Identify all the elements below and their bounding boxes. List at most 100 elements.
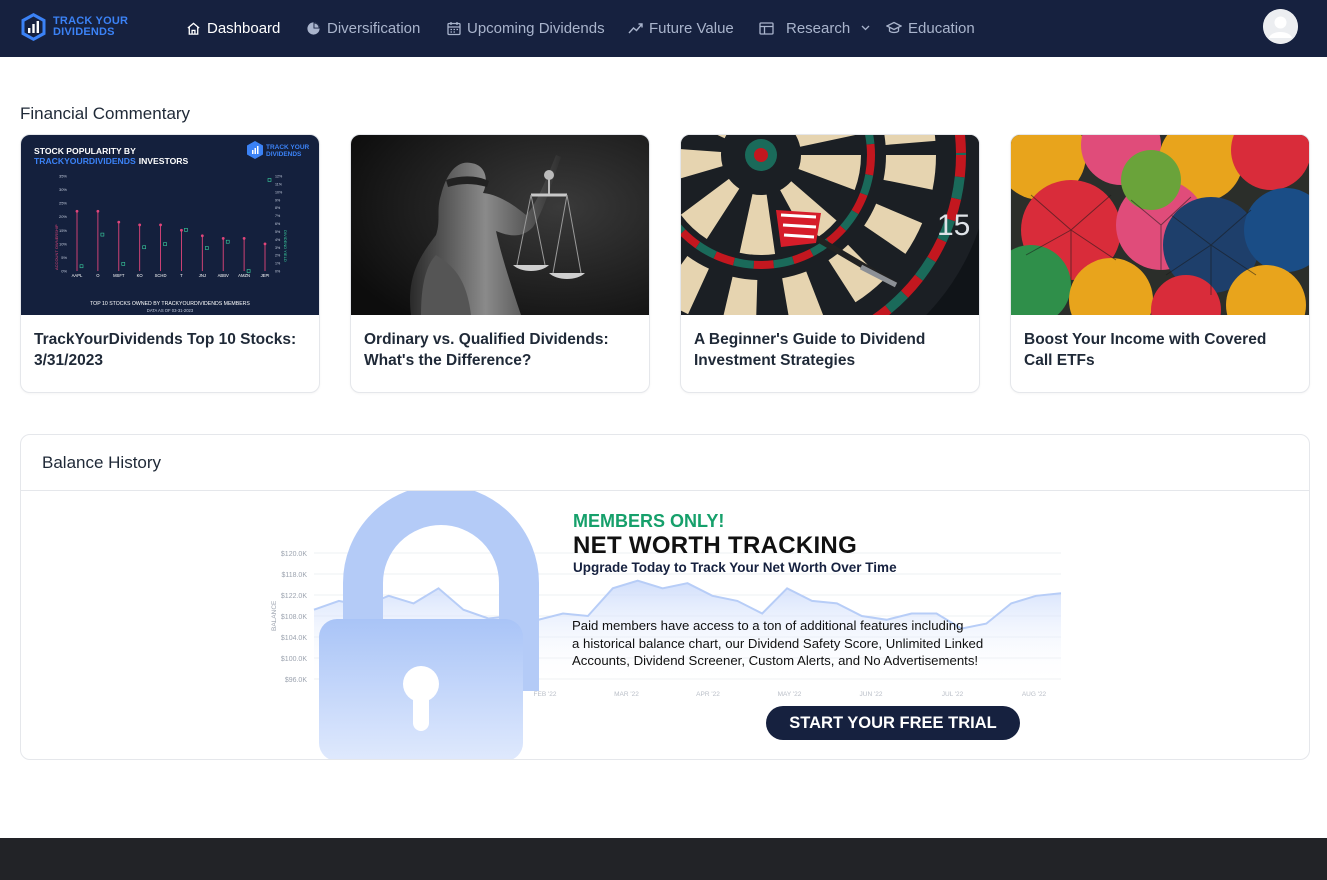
infographic-ownership-dot bbox=[221, 237, 225, 240]
infographic-ticker-label: MSFT bbox=[113, 273, 125, 278]
balance-x-tick: APR '22 bbox=[696, 691, 720, 698]
balance-chart-y-ticks: $120.0K $118.0K $122.0K $108.0K $104.0K $100.… bbox=[281, 551, 307, 684]
upsell-subhead: Upgrade Today to Track Your Net Worth Ov… bbox=[573, 560, 897, 575]
infographic-left-tick: 15% bbox=[59, 228, 67, 233]
dartboard-number: 15 bbox=[937, 209, 970, 242]
nav-upcoming-dividends[interactable]: Upcoming Dividends bbox=[447, 18, 605, 38]
balance-x-tick: JUL '22 bbox=[942, 691, 964, 698]
infographic-ownership-dot bbox=[117, 220, 121, 224]
infographic-date: DATA AS OF 03-31-2023 bbox=[147, 308, 194, 313]
infographic-right-tick: 11% bbox=[275, 182, 283, 186]
nav-dashboard[interactable]: Dashboard bbox=[186, 18, 280, 38]
calendar-icon bbox=[447, 21, 461, 35]
infographic-ticker-label: ABBV bbox=[218, 273, 229, 278]
upsell-body-line: a historical balance chart, our Dividend… bbox=[572, 635, 984, 651]
trend-line-icon bbox=[628, 23, 643, 34]
infographic-left-tick: 10% bbox=[59, 241, 67, 246]
infographic-ticker-label: KO bbox=[137, 273, 144, 278]
balance-history-header: Balance History bbox=[21, 435, 1309, 491]
infographic-ownership-dot bbox=[138, 223, 142, 227]
infographic-right-tick: 0% bbox=[275, 270, 281, 274]
infographic-ownership-dot bbox=[200, 234, 204, 238]
nav-diversification-label: Diversification bbox=[327, 19, 421, 37]
infographic-ticker-label: T bbox=[180, 273, 183, 278]
infographic-left-tick: 25% bbox=[59, 201, 67, 206]
nav-research[interactable]: Research bbox=[759, 18, 876, 38]
bar-chart-shield-icon bbox=[21, 13, 46, 41]
infographic-left-tick: 5% bbox=[61, 255, 67, 260]
dartboard-icon: 15 bbox=[681, 135, 979, 315]
infographic-ownership-dot bbox=[263, 242, 267, 246]
infographic-right-tick: 3% bbox=[275, 246, 281, 250]
nav-future-value-label: Future Value bbox=[649, 19, 734, 37]
nav-diversification[interactable]: Diversification bbox=[306, 18, 420, 38]
infographic-ticker-label: AMZN bbox=[238, 273, 250, 278]
nav-education-label: Education bbox=[908, 19, 975, 37]
article-card-top-10-stocks[interactable]: STOCK POPULARITY BY TRACKYOURDIVIDENDS IN… bbox=[20, 134, 320, 393]
upsell-eyebrow: MEMBERS ONLY! bbox=[573, 511, 725, 531]
nav-future-value[interactable]: Future Value bbox=[628, 18, 734, 38]
article-card-beginners-guide[interactable]: 15 A Beginner's Guide to Dividend Invest… bbox=[680, 134, 980, 393]
balance-y-tick: $104.0K bbox=[281, 635, 307, 642]
brand-logo[interactable]: TRACK YOUR DIVIDENDS bbox=[20, 11, 128, 43]
start-free-trial-button[interactable]: START YOUR FREE TRIAL bbox=[766, 706, 1020, 740]
infographic-right-tick: 8% bbox=[275, 206, 281, 210]
infographic-ownership-dot bbox=[159, 223, 162, 227]
brand-line-2: DIVIDENDS bbox=[53, 26, 115, 38]
infographic-ticker-label: AAPL bbox=[72, 273, 83, 278]
nav-dashboard-label: Dashboard bbox=[207, 19, 281, 37]
balance-y-tick: $108.0K bbox=[281, 614, 307, 621]
article-title: Ordinary vs. Qualified Dividends: What's… bbox=[364, 331, 609, 369]
nav-research-label: Research bbox=[786, 19, 851, 37]
balance-x-tick: MAR '22 bbox=[614, 691, 639, 698]
article-card-ordinary-vs-qualified[interactable]: Ordinary vs. Qualified Dividends: What's… bbox=[350, 134, 650, 393]
chevron-down-icon[interactable] bbox=[861, 25, 870, 31]
upsell-body-line: Paid members have access to a ton of add… bbox=[572, 618, 964, 633]
article-title: A Beginner's Guide to Dividend Investmen… bbox=[694, 331, 926, 369]
table-icon bbox=[759, 21, 774, 35]
upsell-body: Paid members have access to a ton of add… bbox=[572, 617, 983, 670]
infographic-ticker-label: JNJ bbox=[199, 273, 206, 278]
scales-of-justice-statue-icon bbox=[351, 135, 649, 315]
balance-history-panel: Balance History $120.0K $118.0K $122.0K $10… bbox=[20, 434, 1310, 760]
infographic-right-tick: 10% bbox=[275, 190, 283, 194]
infographic-left-tick: 30% bbox=[59, 187, 67, 192]
padlock-icon bbox=[319, 491, 539, 759]
infographic-ownership-dot bbox=[75, 209, 79, 213]
financial-commentary-heading: Financial Commentary bbox=[20, 104, 191, 123]
top-navigation-bar: TRACK YOUR DIVIDENDS Dashboard Diversifi… bbox=[0, 0, 1327, 57]
infographic-ticker-label: JEPI bbox=[261, 273, 270, 278]
balance-x-tick: AUG '22 bbox=[1022, 691, 1047, 698]
user-avatar-icon[interactable] bbox=[1263, 9, 1298, 44]
infographic-right-tick: 7% bbox=[275, 214, 281, 218]
balance-y-tick: $96.0K bbox=[285, 677, 308, 684]
balance-y-tick: $120.0K bbox=[281, 551, 307, 558]
balance-y-tick: $118.0K bbox=[281, 572, 307, 579]
balance-y-tick: $122.0K bbox=[281, 593, 307, 600]
infographic-right-tick: 9% bbox=[275, 198, 281, 202]
balance-x-tick: JUN '22 bbox=[860, 691, 883, 698]
balance-y-tick: $100.0K bbox=[281, 656, 307, 663]
infographic-logo-line2: DIVIDENDS bbox=[266, 151, 302, 158]
infographic-heading-tail: INVESTORS bbox=[139, 156, 189, 166]
infographic-right-tick: 4% bbox=[275, 238, 281, 242]
balance-x-tick: MAY '22 bbox=[778, 691, 802, 698]
svg-text:TRACKYOURDIVIDENDSINVESTORS: TRACKYOURDIVIDENDS INVESTORS bbox=[34, 156, 188, 166]
balance-chart-x-ticks: FEB '22 MAR '22 APR '22 MAY '22 JUN '22 JUL '… bbox=[534, 691, 1047, 698]
infographic-logo-line1: TRACK YOUR bbox=[266, 144, 310, 151]
article-title: Boost Your Income with Covered Call ETFs bbox=[1024, 331, 1267, 369]
balance-history-title: Balance History bbox=[42, 453, 162, 472]
balance-x-tick: FEB '22 bbox=[534, 691, 557, 698]
upsell-body-line: Accounts, Dividend Screener, Custom Aler… bbox=[572, 653, 979, 668]
infographic-footer: TOP 10 STOCKS OWNED BY TRACKYOURDIVIDEND… bbox=[90, 301, 250, 307]
nav-education[interactable]: Education bbox=[886, 18, 975, 38]
home-icon bbox=[187, 21, 200, 35]
infographic-heading-line1: STOCK POPULARITY BY bbox=[34, 146, 136, 156]
infographic-ownership-dot bbox=[96, 209, 100, 213]
article-card-covered-call-etfs[interactable]: Boost Your Income with Covered Call ETFs bbox=[1010, 134, 1310, 393]
infographic-ownership-dot bbox=[242, 237, 246, 240]
infographic-right-axis: DIVIDEND YIELD bbox=[283, 230, 288, 262]
umbrellas-icon bbox=[1011, 135, 1309, 315]
graduation-cap-icon bbox=[886, 21, 902, 34]
page-footer bbox=[0, 838, 1327, 880]
